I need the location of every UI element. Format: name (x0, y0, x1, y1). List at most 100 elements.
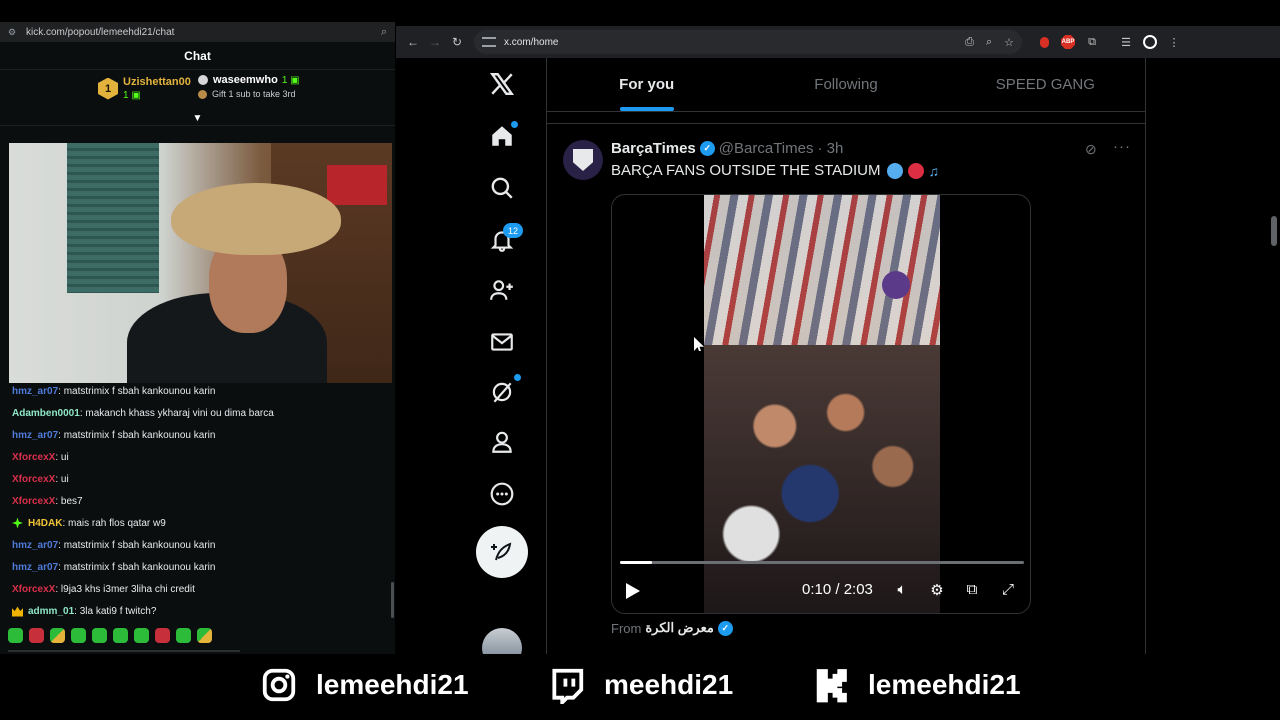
chat-messages: hmz_ar07: matstrimix f sbah kankounou ka… (0, 380, 395, 622)
rank-3-icon (198, 89, 207, 99)
chat-username[interactable]: hmz_ar07 (12, 562, 58, 573)
webcam-overlay (9, 143, 392, 383)
x-logo-icon[interactable] (476, 62, 528, 106)
back-icon[interactable]: ← (402, 31, 424, 53)
chat-username[interactable]: H4DAK (28, 518, 62, 529)
settings-gear-icon[interactable]: ⚙ (927, 581, 947, 601)
emote[interactable] (71, 628, 86, 643)
play-icon[interactable] (626, 583, 640, 599)
chat-username[interactable]: XforcexX (12, 474, 55, 485)
kick-handle: lemeehdi21 (812, 666, 1021, 704)
chat-message: hmz_ar07: matstrimix f sbah kankounou ka… (0, 556, 395, 578)
chat-username[interactable]: hmz_ar07 (12, 430, 58, 441)
tab-for-you[interactable]: For you (547, 58, 746, 111)
reload-icon[interactable]: ↻ (446, 31, 468, 53)
gift-prompt[interactable]: Gift 1 sub to take 3rd (198, 89, 300, 99)
chat-username[interactable]: XforcexX (12, 452, 55, 463)
profile-icon[interactable] (1140, 32, 1160, 52)
volume-icon[interactable]: 🔈︎ (892, 581, 912, 601)
chat-input[interactable] (8, 650, 240, 652)
emote[interactable] (176, 628, 191, 643)
tweet-time[interactable]: · 3h (817, 140, 843, 157)
chrome-menu-icon[interactable]: ⋮ (1164, 32, 1184, 52)
explore-search-icon[interactable] (476, 166, 528, 210)
tweet-text-body: BARÇA FANS OUTSIDE THE STADIUM (611, 162, 881, 179)
install-icon[interactable]: ⎙ (965, 36, 974, 49)
social-handles-bar: lemeehdi21 meehdi21 lemeehdi21 (0, 654, 1280, 720)
from-source-name[interactable]: معرض الكرة (645, 620, 713, 636)
reading-list-icon[interactable]: ☰ (1116, 32, 1136, 52)
chat-message-text: : matstrimix f sbah kankounou karin (58, 539, 216, 551)
browser-toolbar: ← → ↻ x.com/home ⎙ ⌕ ☆ ABP ⧉ ☰ ⋮ (396, 26, 1280, 58)
emote[interactable] (197, 628, 212, 643)
emote[interactable] (50, 628, 65, 643)
chat-username[interactable]: hmz_ar07 (12, 540, 58, 551)
fullscreen-icon[interactable]: ⤢ (998, 581, 1018, 601)
chat-scrollbar[interactable] (391, 582, 394, 618)
chat-message: hmz_ar07: matstrimix f sbah kankounou ka… (0, 424, 395, 446)
pip-icon[interactable]: ⧉ (962, 581, 982, 601)
tweet-author-avatar[interactable] (563, 140, 603, 180)
compose-post-button[interactable] (476, 526, 528, 578)
tweet-text: BARÇA FANS OUTSIDE THE STADIUM ♫ (611, 162, 939, 179)
chat-message-text: : makanch khass ykharaj vini ou dima bar… (79, 407, 274, 419)
grok-unread-dot (514, 374, 521, 381)
tweet[interactable]: BarçaTimes ✓ @BarcaTimes · 3h ⊘ ··· BARÇ… (547, 124, 1145, 654)
video-frame (704, 195, 940, 613)
emote[interactable] (8, 628, 23, 643)
extensions-icon[interactable]: ⧉ (1082, 32, 1102, 52)
chat-username[interactable]: XforcexX (12, 496, 55, 507)
leaderboard-second[interactable]: waseemwho 1 ▣ Gift 1 sub to take 3rd (198, 74, 300, 99)
tab-following[interactable]: Following (746, 58, 945, 111)
video-player[interactable]: 0:10 / 2:03 🔈︎ ⚙ ⧉ ⤢ (611, 194, 1031, 614)
chat-username[interactable]: Adamben0001 (12, 408, 80, 419)
emote[interactable] (29, 628, 44, 643)
leaderboard-first[interactable]: 1 Uzishettan00 1 ▣ (98, 76, 191, 101)
twitch-handle: meehdi21 (548, 666, 733, 704)
tweet-more-icon[interactable]: ··· (1113, 138, 1131, 155)
messages-envelope-icon[interactable] (476, 320, 528, 364)
chat-message: H4DAK: mais rah flos qatar w9 (0, 512, 395, 534)
video-progress-bar[interactable] (620, 561, 1024, 564)
emote[interactable] (113, 628, 128, 643)
adblock-icon[interactable]: ABP (1058, 32, 1078, 52)
emote[interactable] (155, 628, 170, 643)
extension-red-icon[interactable] (1034, 32, 1054, 52)
chat-username[interactable]: XforcexX (12, 584, 55, 595)
star-badge-icon (12, 517, 23, 529)
chat-message: hmz_ar07: matstrimix f sbah kankounou ka… (0, 534, 395, 556)
more-options-icon[interactable] (476, 472, 528, 516)
tweet-author-handle[interactable]: @BarcaTimes (719, 140, 814, 157)
tweet-author-name[interactable]: BarçaTimes (611, 140, 696, 157)
chat-message-text: : 3la kati9 f twitch? (74, 605, 157, 617)
zoom-icon[interactable]: ⌕ (986, 36, 992, 49)
browser-scrollbar[interactable] (1271, 216, 1277, 246)
home-icon[interactable] (476, 114, 528, 158)
follow-add-user-icon[interactable] (476, 268, 528, 312)
chat-username[interactable]: admm_01 (28, 606, 74, 617)
bookmark-star-icon[interactable]: ☆ (1004, 36, 1014, 49)
address-bar[interactable]: x.com/home ⎙ ⌕ ☆ (474, 30, 1022, 54)
account-avatar[interactable] (482, 628, 522, 654)
emote[interactable] (134, 628, 149, 643)
kick-chat-window: ⚙ kick.com/popout/lemeehdi21/chat ⌕ Chat… (0, 22, 395, 654)
emote[interactable] (92, 628, 107, 643)
chat-username[interactable]: hmz_ar07 (12, 386, 58, 397)
forward-icon[interactable]: → (424, 31, 446, 53)
profile-person-icon[interactable] (476, 420, 528, 464)
site-info-icon[interactable] (482, 37, 496, 47)
emote-bar (8, 628, 212, 643)
site-settings-icon[interactable]: ⚙ (8, 27, 20, 38)
leaderboard-first-name: Uzishettan00 (123, 76, 191, 88)
tab-speed-gang[interactable]: SPEED GANG (946, 58, 1145, 111)
grok-icon[interactable] (476, 370, 528, 414)
blue-circle-emoji (886, 162, 903, 179)
chat-message: XforcexX: bes7 (0, 490, 395, 512)
notifications-bell-icon[interactable]: 12 (476, 218, 528, 262)
zoom-icon[interactable]: ⌕ (381, 26, 387, 39)
collapse-leaderboard-icon[interactable]: ▼ (0, 112, 395, 126)
chat-message-text: : matstrimix f sbah kankounou karin (58, 429, 216, 441)
grok-explain-icon[interactable]: ⊘ (1085, 141, 1103, 159)
address-text: x.com/home (504, 36, 559, 48)
kick-address-bar[interactable]: ⚙ kick.com/popout/lemeehdi21/chat ⌕ (0, 22, 395, 42)
